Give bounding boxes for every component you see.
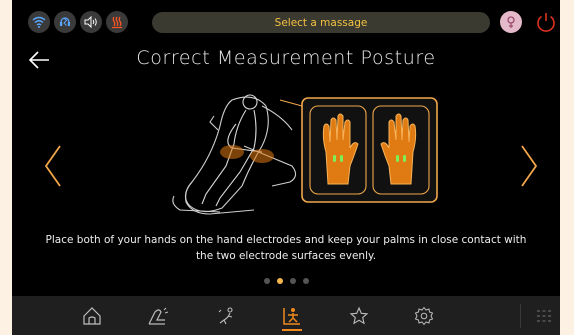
power-button[interactable] [533, 9, 559, 35]
page-dot-active[interactable] [276, 278, 283, 284]
home-icon [83, 307, 101, 325]
settings-tab[interactable] [410, 302, 438, 330]
manual-massage-icon [148, 307, 169, 325]
app-screen: Select a massage Correct Measurement Pos… [12, 0, 560, 335]
body-shape-tab[interactable] [212, 302, 240, 330]
manual-massage-tab[interactable] [144, 302, 172, 330]
previous-arrow-button[interactable] [42, 144, 64, 188]
left-hand-glow [220, 145, 244, 159]
health-detection-icon [283, 308, 300, 325]
page-dot[interactable] [289, 278, 296, 284]
select-massage-label: Select a massage [274, 16, 368, 29]
chevron-left-icon [44, 145, 61, 187]
page-dot[interactable] [263, 278, 270, 284]
bottom-nav-bar [12, 296, 560, 335]
avatar-icon [507, 16, 515, 28]
chevron-right-icon [521, 145, 538, 187]
page-dot[interactable] [302, 278, 309, 284]
bluetooth-headset-icon[interactable] [54, 11, 76, 33]
favorites-star-icon [349, 306, 369, 325]
right-hand-glow [250, 149, 274, 163]
select-massage-bar[interactable]: Select a massage [152, 12, 490, 33]
posture-illustration [172, 94, 438, 215]
favorites-tab[interactable] [345, 302, 373, 330]
heat-icon[interactable] [106, 11, 128, 33]
grid-menu-tab[interactable] [530, 302, 558, 330]
page-indicator [12, 278, 560, 284]
health-detection-tab[interactable] [278, 302, 306, 331]
grid-menu-icon [537, 310, 551, 322]
home-tab[interactable] [78, 302, 106, 330]
next-arrow-button[interactable] [518, 144, 540, 188]
body-shape-icon [218, 307, 233, 325]
page-title: Correct Measurement Posture [136, 47, 436, 69]
status-bar: Select a massage [12, 0, 560, 44]
instruction-text: Place both of your hands on the hand ele… [45, 234, 527, 262]
wifi-icon[interactable] [28, 11, 50, 33]
user-avatar[interactable] [500, 11, 522, 33]
nav-divider [520, 304, 521, 328]
active-tab-indicator [282, 329, 302, 331]
callout-line [279, 99, 303, 107]
electrode-detail-box [301, 97, 438, 203]
speaker-icon[interactable] [80, 11, 102, 33]
power-icon [537, 13, 555, 32]
settings-gear-icon [414, 306, 434, 326]
